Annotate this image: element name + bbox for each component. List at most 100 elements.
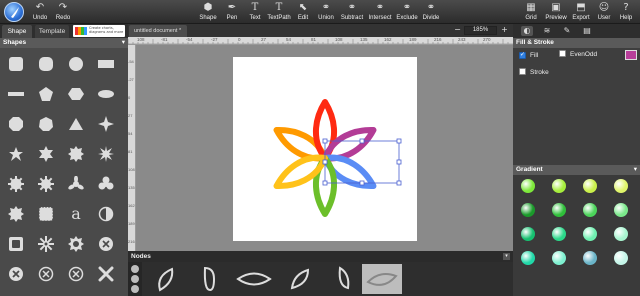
divide-button[interactable]: ⚭ Divide bbox=[422, 1, 440, 23]
gradient-swatch[interactable] bbox=[552, 203, 566, 217]
rectangle-shape[interactable] bbox=[96, 54, 116, 74]
export-button[interactable]: ⬒ Export bbox=[572, 1, 590, 23]
evenodd-checkbox[interactable] bbox=[559, 50, 566, 57]
six-point-star-shape[interactable] bbox=[36, 144, 56, 164]
document-tab[interactable]: untitled document * bbox=[129, 25, 187, 37]
circle-cross-shape[interactable] bbox=[6, 264, 26, 284]
pen-tool-button[interactable]: ✒ Pen bbox=[225, 1, 239, 23]
gradient-swatch[interactable] bbox=[614, 203, 628, 217]
stroke-checkbox[interactable] bbox=[519, 68, 526, 75]
preview-button[interactable]: ▣ Preview bbox=[545, 1, 567, 23]
ring-cross-shape[interactable] bbox=[66, 264, 86, 284]
fill-color-swatch[interactable] bbox=[625, 50, 637, 60]
shield-badge-shape[interactable] bbox=[66, 234, 86, 254]
badge-shape[interactable] bbox=[6, 204, 26, 224]
letter-a-shape[interactable]: a bbox=[66, 204, 86, 224]
heptagon-shape[interactable] bbox=[36, 114, 56, 134]
shapes-collapse-icon[interactable]: ▾ bbox=[122, 38, 125, 48]
text-tool-button[interactable]: T Text bbox=[248, 1, 262, 23]
undo-button[interactable]: ↶ Undo bbox=[32, 1, 48, 23]
gradient-swatch[interactable] bbox=[552, 251, 566, 265]
gradient-swatch[interactable] bbox=[583, 251, 597, 265]
intersect-button[interactable]: ⚭ Intersect bbox=[368, 1, 392, 23]
zoom-level[interactable]: 185% bbox=[464, 26, 497, 35]
layers-tab-icon[interactable]: ≋ bbox=[541, 26, 553, 36]
four-point-star-shape[interactable] bbox=[96, 114, 116, 134]
flower-shape[interactable] bbox=[96, 174, 116, 194]
nodes-panel-header[interactable]: Nodes ▾ bbox=[128, 251, 513, 262]
user-button[interactable]: ☺ User bbox=[597, 1, 611, 23]
gradient-swatch[interactable] bbox=[583, 227, 597, 241]
gradient-collapse-icon[interactable]: ▾ bbox=[634, 165, 637, 175]
union-button[interactable]: ⚭ Union bbox=[317, 1, 335, 23]
nodes-collapse-icon[interactable]: ▾ bbox=[503, 253, 510, 260]
gradient-swatch[interactable] bbox=[614, 227, 628, 241]
node-shape-item[interactable] bbox=[324, 264, 364, 294]
fill-checkbox[interactable] bbox=[519, 51, 526, 59]
chat-square-shape[interactable] bbox=[6, 234, 26, 254]
star-shape[interactable] bbox=[6, 144, 26, 164]
grid-button[interactable]: ▦ Grid bbox=[524, 1, 538, 23]
artboard[interactable] bbox=[233, 57, 417, 241]
flower-drawing[interactable] bbox=[233, 57, 417, 241]
gradient-swatch[interactable] bbox=[614, 179, 628, 193]
tab-shape[interactable]: Shape bbox=[2, 25, 32, 38]
seal-shape[interactable] bbox=[66, 144, 86, 164]
textpath-tool-button[interactable]: T TextPath bbox=[267, 1, 291, 23]
starburst-shape[interactable] bbox=[6, 174, 26, 194]
app-logo-icon[interactable] bbox=[4, 2, 24, 22]
pentagon-shape[interactable] bbox=[36, 84, 56, 104]
squircle-shape[interactable] bbox=[36, 204, 56, 224]
node-control-button[interactable] bbox=[131, 285, 139, 293]
shapes-panel-header[interactable]: Shapes ▾ bbox=[0, 38, 128, 48]
help-button[interactable]: ? Help bbox=[619, 1, 633, 23]
node-shape-item[interactable] bbox=[190, 264, 230, 294]
tab-template[interactable]: Template bbox=[35, 25, 69, 38]
node-shape-item[interactable] bbox=[146, 264, 186, 294]
redo-button[interactable]: ↷ Redo bbox=[55, 1, 71, 23]
node-control-button[interactable] bbox=[131, 275, 139, 283]
triangle-shape[interactable] bbox=[66, 114, 86, 134]
gradient-swatch[interactable] bbox=[583, 179, 597, 193]
gradient-swatch[interactable] bbox=[614, 251, 628, 265]
pages-tab-icon[interactable]: ▤ bbox=[581, 26, 593, 36]
fill-stroke-tab-icon[interactable]: ◐ bbox=[521, 26, 533, 36]
brush-tab-icon[interactable]: ✎ bbox=[561, 26, 573, 36]
gradient-swatch[interactable] bbox=[521, 251, 535, 265]
node-shape-item-selected[interactable] bbox=[362, 264, 402, 294]
x-shape[interactable] bbox=[96, 264, 116, 284]
exclude-button[interactable]: ⚭ Exclude bbox=[396, 1, 418, 23]
fill-stroke-header[interactable]: Fill & Stroke bbox=[513, 38, 640, 48]
gear-shape[interactable] bbox=[36, 174, 56, 194]
bar-shape[interactable] bbox=[6, 84, 26, 104]
octagon-shape[interactable] bbox=[6, 114, 26, 134]
canvas-area[interactable] bbox=[136, 45, 513, 251]
burst-shape[interactable] bbox=[96, 144, 116, 164]
ornament-shape[interactable] bbox=[36, 234, 56, 254]
triskelion-shape[interactable] bbox=[66, 174, 86, 194]
circle-x-shape[interactable] bbox=[96, 234, 116, 254]
shape-tool-button[interactable]: ⬢ Shape bbox=[199, 1, 217, 23]
edit-tool-button[interactable]: ⬉ Edit bbox=[296, 1, 310, 23]
node-shape-item[interactable] bbox=[234, 264, 274, 294]
ellipse-shape[interactable] bbox=[96, 84, 116, 104]
rounded-square-shape[interactable] bbox=[6, 54, 26, 74]
zoom-out-button[interactable]: − bbox=[453, 26, 462, 35]
hexagon-shape[interactable] bbox=[66, 84, 86, 104]
circle-shape[interactable] bbox=[66, 54, 86, 74]
node-shape-item[interactable] bbox=[280, 264, 320, 294]
gradient-swatch[interactable] bbox=[521, 203, 535, 217]
gradient-swatch[interactable] bbox=[552, 227, 566, 241]
gradient-swatch[interactable] bbox=[583, 203, 597, 217]
gradient-panel-header[interactable]: Gradient ▾ bbox=[513, 165, 640, 175]
ring-x-shape[interactable] bbox=[36, 264, 56, 284]
soft-square-shape[interactable] bbox=[36, 54, 56, 74]
gradient-swatch[interactable] bbox=[521, 179, 535, 193]
half-circle-shape[interactable] bbox=[96, 204, 116, 224]
zoom-in-button[interactable]: + bbox=[500, 26, 509, 35]
gradient-swatch[interactable] bbox=[521, 227, 535, 241]
ad-banner[interactable]: Create charts, diagrams and more bbox=[73, 25, 125, 37]
gradient-swatch[interactable] bbox=[552, 179, 566, 193]
node-control-button[interactable] bbox=[131, 265, 139, 273]
subtract-button[interactable]: ⚭ Subtract bbox=[340, 1, 364, 23]
